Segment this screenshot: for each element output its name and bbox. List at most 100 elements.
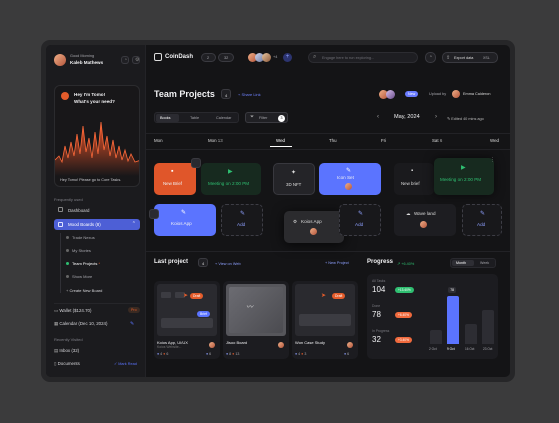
x-tick-label: 16 Oct: [465, 347, 475, 351]
chart-bar[interactable]: [482, 310, 495, 344]
x-tick-label: 9 Oct: [447, 347, 455, 351]
people-icon: ●: [295, 352, 298, 356]
x-tick-label: 23 Oct: [483, 347, 493, 351]
file-icon: ●: [206, 352, 209, 356]
uploaded-by-label: Upload by: [429, 92, 447, 96]
app-logo[interactable]: CoinDash: [165, 54, 193, 60]
stat-delta: +6.40%: [395, 312, 412, 318]
bullet-icon: [66, 275, 69, 279]
sidebar-item-show-more[interactable]: Show More: [66, 274, 92, 279]
current-month: May, 2024: [394, 114, 420, 120]
export-format[interactable]: XSL: [483, 56, 490, 60]
tab-calendar[interactable]: Calendar: [211, 114, 238, 122]
progress-title: Progress: [367, 259, 394, 265]
bullet-icon: [66, 249, 69, 253]
prev-month-button[interactable]: ‹: [377, 114, 379, 120]
event-card-icon-set[interactable]: ✎ Icon Set: [319, 163, 381, 195]
toggle-week[interactable]: Week: [475, 260, 495, 266]
progress-bar-chart: 78: [427, 282, 497, 344]
divider: [146, 251, 510, 252]
chart-bar[interactable]: [429, 330, 442, 344]
tree-line: [60, 233, 61, 293]
tab-table[interactable]: Table: [183, 114, 206, 122]
sidebar-item-team-projects[interactable]: Team Projects *: [66, 261, 100, 266]
brief-tag: Brief: [197, 311, 210, 317]
project-stats: ● 4 ● 6: [157, 352, 169, 356]
message-counter[interactable]: 32: [218, 53, 234, 62]
chart-bar[interactable]: [464, 324, 477, 344]
view-on-web-link[interactable]: ⌁ View on Web: [215, 261, 241, 266]
bell-button[interactable]: ◔: [121, 56, 129, 64]
create-new-board-button[interactable]: + Create New Board: [66, 288, 102, 293]
notifications-button[interactable]: ◔: [425, 52, 436, 63]
assistant-subtitle: What's your need?: [74, 99, 115, 104]
event-card-new-brief[interactable]: ▪ New Brief: [154, 163, 196, 195]
bell-icon: ◔: [429, 54, 433, 60]
owner-avatar: [278, 342, 284, 348]
sidebar-item-trade-nexus[interactable]: Trade Nexus: [66, 235, 95, 240]
stat-value: 32: [372, 335, 381, 344]
sidebar-item-inbox[interactable]: ▤ Inbox (32): [54, 348, 79, 354]
chart-bar[interactable]: [447, 296, 460, 344]
x-tick-label: 2 Oct: [429, 347, 437, 351]
owner-avatar: [347, 342, 353, 348]
settings-button[interactable]: ⚙: [132, 56, 140, 64]
project-thumbnail: ➤: [157, 284, 217, 336]
toggle-month[interactable]: Month: [452, 260, 474, 266]
user-avatar[interactable]: [54, 54, 66, 66]
more-icon[interactable]: ⋮: [490, 157, 495, 163]
video-icon: ▶: [461, 165, 466, 171]
add-event-button[interactable]: ✎ Add: [462, 204, 502, 236]
add-event-button[interactable]: ✎ Add: [339, 204, 381, 236]
plus-icon: +: [285, 54, 290, 60]
event-card-new-brief-2[interactable]: ▪ New brief: [394, 163, 434, 195]
notification-counter[interactable]: 2: [201, 53, 216, 62]
sidebar-item-wallet[interactable]: ▭ Wallet ($124.70): [54, 308, 91, 314]
team-avatar[interactable]: [262, 53, 271, 62]
filter-button[interactable]: ⏷ Filter 3: [245, 112, 288, 123]
add-member-button[interactable]: +: [283, 53, 292, 62]
project-card-won[interactable]: ➤ Draft Won Case Study ● 4 ● 3 ● 6: [292, 281, 358, 359]
event-card-koios-app-2[interactable]: ⚙ Koios App: [284, 211, 344, 243]
app-screen: Good Morning Kaleb Mathews ◔ ⚙ Hey I'm T…: [46, 45, 510, 377]
people-icon: ●: [157, 352, 160, 356]
document-icon: ▪: [411, 168, 414, 174]
next-month-button[interactable]: ›: [435, 114, 437, 120]
document-icon: ▪: [171, 168, 174, 175]
stat-label: In Progress: [372, 329, 390, 333]
event-card-koios-app[interactable]: ✎ Koios App: [154, 204, 216, 236]
event-card-meeting[interactable]: ▶ Meeting on 2:00 PM: [201, 163, 261, 195]
sidebar-item-calendar[interactable]: ▦ Calendar (Dec 10, 2024): [54, 321, 107, 327]
ai-assistant-card[interactable]: Hey I'm Tomo! What's your need? Hey Tomo…: [54, 85, 140, 187]
event-card-meeting-2[interactable]: ▶ Meeting on 2:00 PM: [434, 158, 494, 195]
project-stats: ● 8 ● 13: [226, 352, 240, 356]
sidebar-item-mood-boards[interactable]: Mood Boards (8) ⌃: [54, 219, 140, 230]
gear-icon: ⚙: [293, 219, 298, 224]
pin-icon: ✎: [346, 168, 352, 174]
search-input[interactable]: ⌕ Engage here to run exploring...: [308, 52, 418, 63]
sidebar-item-my-stories[interactable]: My Stories: [66, 248, 91, 253]
last-project-count: 4: [198, 258, 208, 267]
share-link-button[interactable]: ⌁ Share Link: [238, 92, 261, 97]
pen-icon: ✎: [480, 211, 486, 217]
event-card-wave-land[interactable]: ☁ Wave land: [394, 204, 456, 236]
sidebar-item-dashboard[interactable]: Dashboard: [54, 205, 140, 215]
project-card-koios[interactable]: ➤ Draft Brief Koios App, UI/UX Koios Web…: [154, 281, 220, 359]
period-toggle: Month Week: [450, 258, 496, 268]
event-card-3d-nft[interactable]: ✦ 3D NFT: [273, 163, 315, 195]
tab-books[interactable]: Books: [156, 114, 179, 122]
pin-icon: ✦: [291, 170, 297, 176]
new-project-button[interactable]: + New Project: [325, 261, 349, 265]
pen-icon: ✎: [240, 211, 246, 217]
stat-label: Done: [372, 304, 381, 308]
export-data-button[interactable]: ⇪ Export data XSL: [442, 52, 498, 63]
add-event-button[interactable]: ✎ Add: [221, 204, 263, 236]
edit-icon[interactable]: ✎: [130, 321, 134, 327]
mark-read-button[interactable]: ✓ Mark Read: [114, 361, 137, 366]
sidebar-item-documents[interactable]: ▯ Documents: [54, 361, 80, 367]
uploader-avatar: [452, 90, 460, 98]
sidebar-item-label: Mood Boards (8): [68, 222, 101, 227]
logo-icon: [154, 53, 162, 61]
bullet-icon: [66, 262, 69, 266]
project-card-jisoo[interactable]: 〰 Jisoo Board ● 8 ● 13: [223, 281, 289, 359]
